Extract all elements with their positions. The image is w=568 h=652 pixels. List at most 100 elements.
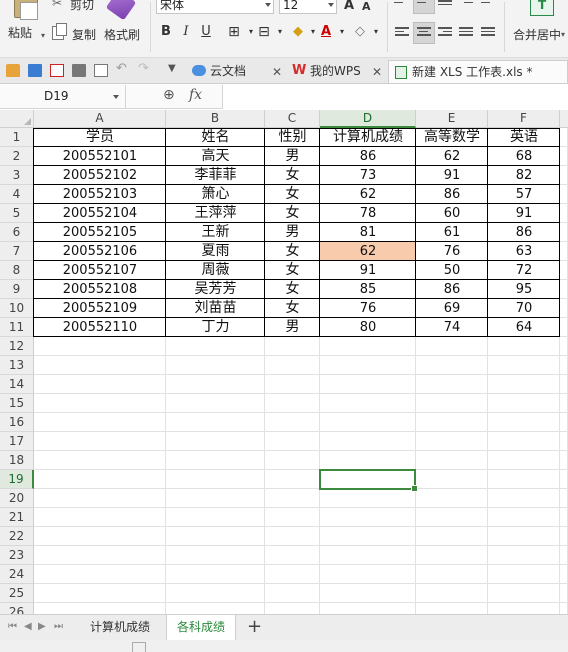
table-cell[interactable]: 200552107 xyxy=(34,261,166,280)
tab-cloud-docs[interactable]: 云文档 ✕ xyxy=(188,60,288,83)
table-cell[interactable]: 91 xyxy=(320,261,416,280)
column-header-b[interactable]: B xyxy=(166,110,265,128)
row-header-6[interactable]: 6 xyxy=(0,223,34,242)
table-cell[interactable]: 李菲菲 xyxy=(166,166,265,185)
table-cell[interactable]: 200552102 xyxy=(34,166,166,185)
insert-function-button[interactable]: fx xyxy=(189,87,202,103)
row-header-22[interactable]: 22 xyxy=(0,527,34,546)
format-painter-label[interactable]: 格式刷 xyxy=(104,26,140,43)
row-header-14[interactable]: 14 xyxy=(0,375,34,394)
merge-center-label[interactable]: 合并居中 xyxy=(513,26,561,43)
table-cell[interactable]: 刘苗苗 xyxy=(166,299,265,318)
table-cell[interactable]: 200552110 xyxy=(34,318,166,337)
row-header-15[interactable]: 15 xyxy=(0,394,34,413)
table-cell[interactable]: 王新 xyxy=(166,223,265,242)
name-box[interactable]: D19 xyxy=(0,85,126,109)
table-cell[interactable]: 女 xyxy=(265,185,320,204)
fill-color-icon[interactable]: ◆ xyxy=(290,24,306,40)
table-cell[interactable]: 女 xyxy=(265,299,320,318)
selected-cell-d19[interactable] xyxy=(319,469,418,492)
table-cell[interactable]: 78 xyxy=(320,204,416,223)
table-cell[interactable]: 86 xyxy=(488,223,560,242)
table-cell[interactable]: 200552104 xyxy=(34,204,166,223)
table-cell[interactable]: 周薇 xyxy=(166,261,265,280)
table-cell[interactable]: 50 xyxy=(416,261,488,280)
shrink-font-button[interactable]: A xyxy=(362,0,371,13)
table-cell[interactable]: 76 xyxy=(416,242,488,261)
print-preview-icon[interactable] xyxy=(94,64,108,77)
border-icon[interactable]: ⊞ xyxy=(226,24,242,40)
redo-icon[interactable]: ↷ xyxy=(138,61,152,76)
table-cell[interactable]: 62 xyxy=(416,147,488,166)
align-bottom-icon[interactable] xyxy=(438,0,452,12)
column-header-g[interactable] xyxy=(560,110,568,128)
table-cell[interactable]: 男 xyxy=(265,318,320,337)
table-cell[interactable]: 63 xyxy=(488,242,560,261)
table-cell[interactable]: 86 xyxy=(416,185,488,204)
macro-record-icon[interactable] xyxy=(132,642,146,652)
close-icon[interactable]: ✕ xyxy=(272,61,282,83)
table-cell[interactable]: 74 xyxy=(416,318,488,337)
table-cell[interactable]: 吴芳芳 xyxy=(166,280,265,299)
table-cell[interactable]: 85 xyxy=(320,280,416,299)
row-header-25[interactable]: 25 xyxy=(0,584,34,603)
row-header-16[interactable]: 16 xyxy=(0,413,34,432)
print-icon[interactable] xyxy=(72,64,86,77)
row-header-23[interactable]: 23 xyxy=(0,546,34,565)
grow-font-button[interactable]: A xyxy=(344,0,354,13)
row-header-21[interactable]: 21 xyxy=(0,508,34,527)
row-header-24[interactable]: 24 xyxy=(0,565,34,584)
align-middle-icon[interactable] xyxy=(417,0,431,10)
row-header-8[interactable]: 8 xyxy=(0,261,34,280)
add-sheet-button[interactable]: + xyxy=(247,617,262,637)
row-header-19[interactable]: 19 xyxy=(0,470,34,489)
export-pdf-icon[interactable] xyxy=(50,64,64,77)
formula-input[interactable] xyxy=(222,85,568,109)
last-sheet-icon[interactable]: ⏭ xyxy=(54,621,63,632)
row-header-3[interactable]: 3 xyxy=(0,166,34,185)
sheet-tab-computer-scores[interactable]: 计算机成绩 xyxy=(80,615,160,640)
merge-cells-icon[interactable]: ⊟ xyxy=(256,24,272,40)
align-top-icon[interactable] xyxy=(394,0,408,10)
chevron-down-icon[interactable]: ▾ xyxy=(368,24,384,40)
prev-sheet-icon[interactable]: ◀ xyxy=(24,621,32,632)
row-header-12[interactable]: 12 xyxy=(0,337,34,356)
justify-icon[interactable] xyxy=(459,27,473,39)
scissors-icon[interactable]: ✂ xyxy=(52,0,66,10)
first-sheet-icon[interactable]: ⏮ xyxy=(8,621,17,632)
table-cell[interactable]: 60 xyxy=(416,204,488,223)
table-cell[interactable]: 箫心 xyxy=(166,185,265,204)
table-cell[interactable]: 80 xyxy=(320,318,416,337)
table-header-cell[interactable]: 性别 xyxy=(265,128,320,147)
align-left-icon[interactable] xyxy=(395,27,409,39)
chevron-down-icon[interactable]: ▾ xyxy=(561,30,565,39)
align-center-icon[interactable] xyxy=(417,27,431,39)
table-cell[interactable]: 91 xyxy=(488,204,560,223)
row-header-20[interactable]: 20 xyxy=(0,489,34,508)
underline-button[interactable]: U xyxy=(198,24,214,40)
copy-icon[interactable] xyxy=(52,23,67,40)
outdent-icon[interactable] xyxy=(481,0,495,10)
table-cell[interactable]: 91 xyxy=(416,166,488,185)
table-cell[interactable]: 女 xyxy=(265,204,320,223)
row-header-5[interactable]: 5 xyxy=(0,204,34,223)
table-header-cell[interactable]: 学员 xyxy=(34,128,166,147)
align-right-icon[interactable] xyxy=(438,27,452,39)
customize-toolbar-icon[interactable]: ▼ xyxy=(168,63,182,76)
font-name-select[interactable]: 宋体 xyxy=(156,0,274,14)
table-cell[interactable]: 61 xyxy=(416,223,488,242)
font-color-icon[interactable]: A xyxy=(318,24,334,40)
open-folder-icon[interactable] xyxy=(6,64,20,77)
undo-icon[interactable]: ↶ xyxy=(116,61,130,76)
table-cell[interactable]: 200552106 xyxy=(34,242,166,261)
select-all-corner[interactable] xyxy=(0,110,34,128)
table-cell[interactable]: 女 xyxy=(265,166,320,185)
table-cell[interactable]: 81 xyxy=(320,223,416,242)
table-cell[interactable]: 57 xyxy=(488,185,560,204)
table-cell[interactable]: 200552103 xyxy=(34,185,166,204)
zoom-icon[interactable]: ⊕ xyxy=(163,87,175,103)
table-header-cell[interactable]: 计算机成绩 xyxy=(320,128,416,147)
paste-dropdown-icon[interactable]: ▾ xyxy=(41,31,45,40)
row-header-9[interactable]: 9 xyxy=(0,280,34,299)
column-header-f[interactable]: F xyxy=(488,110,560,128)
